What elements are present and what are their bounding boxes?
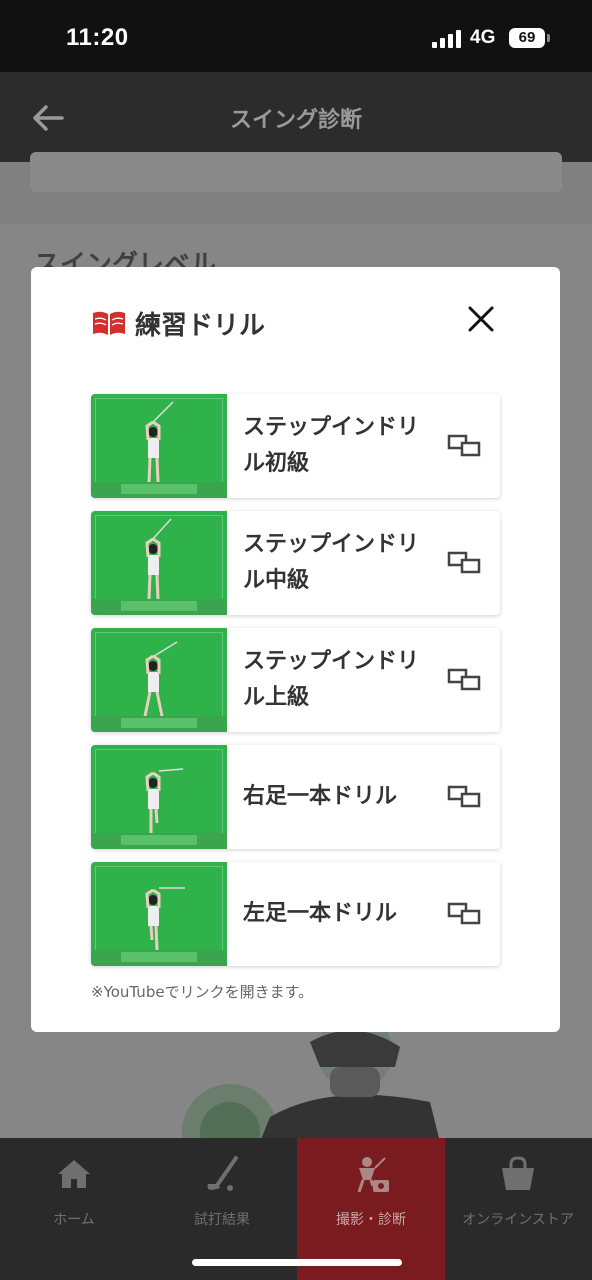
page-title: スイング診断 [229,108,362,133]
drill-item-step-in-beginner[interactable]: ステップインドリル初級 [91,394,500,498]
video-thumbnail [91,511,227,615]
home-icon [58,1160,90,1188]
drill-list: ステップインドリル初級 ステップインドリル中級 ステップインドリル上級 右足一本… [91,394,500,979]
drill-label: ステップインドリル上級 [243,649,420,710]
modal-title: 練習ドリル [91,305,265,341]
signal-icon [432,28,462,48]
video-thumbnail [91,745,227,849]
home-indicator [192,1259,402,1266]
open-book-icon [93,311,125,335]
drill-item-left-foot[interactable]: 左足一本ドリル [91,862,500,966]
nav-label: 試打結果 [194,1212,250,1228]
status-time: 11:20 [66,24,129,51]
background-card [30,152,562,192]
drill-item-step-in-advanced[interactable]: ステップインドリル上級 [91,628,500,732]
video-thumbnail [91,394,227,498]
nav-label: ホーム [53,1212,95,1228]
golfer-illustration [182,1022,440,1142]
network-type: 4G [470,27,496,48]
nav-item-store[interactable]: オンラインストア [444,1138,592,1280]
status-bar: 11:20 4G 69 [0,0,592,72]
external-link-icon [447,668,481,691]
battery-tip [547,34,550,42]
youtube-note: ※YouTubeでリンクを開きます。 [91,983,314,1001]
external-link-icon [447,902,481,925]
app-header: スイング診断 [0,72,592,162]
battery-level: 69 [518,29,536,46]
close-icon [468,306,494,332]
shopping-bag-icon [502,1156,534,1190]
drill-label: 右足一本ドリル [243,784,398,809]
close-button[interactable] [463,301,499,337]
external-link-icon [447,785,481,808]
nav-label: 撮影・診断 [336,1212,406,1228]
modal-title-text: 練習ドリル [135,310,266,341]
nav-item-home[interactable]: ホーム [0,1138,148,1280]
external-link-icon [447,551,481,574]
drill-item-right-foot[interactable]: 右足一本ドリル [91,745,500,849]
nav-label: オンラインストア [462,1212,574,1228]
drill-modal: 練習ドリル ステップインドリル初級 ステップインドリル中級 ステップインドリル上… [31,267,560,1032]
battery-icon: 69 [509,28,545,48]
drill-item-step-in-intermediate[interactable]: ステップインドリル中級 [91,511,500,615]
golfer-camera-icon [357,1157,389,1193]
golf-club-icon [207,1156,238,1191]
video-thumbnail [91,862,227,966]
external-link-icon [447,434,481,457]
drill-label: ステップインドリル中級 [243,532,420,593]
video-thumbnail [91,628,227,732]
drill-label: ステップインドリル初級 [243,415,420,476]
drill-label: 左足一本ドリル [243,901,398,926]
